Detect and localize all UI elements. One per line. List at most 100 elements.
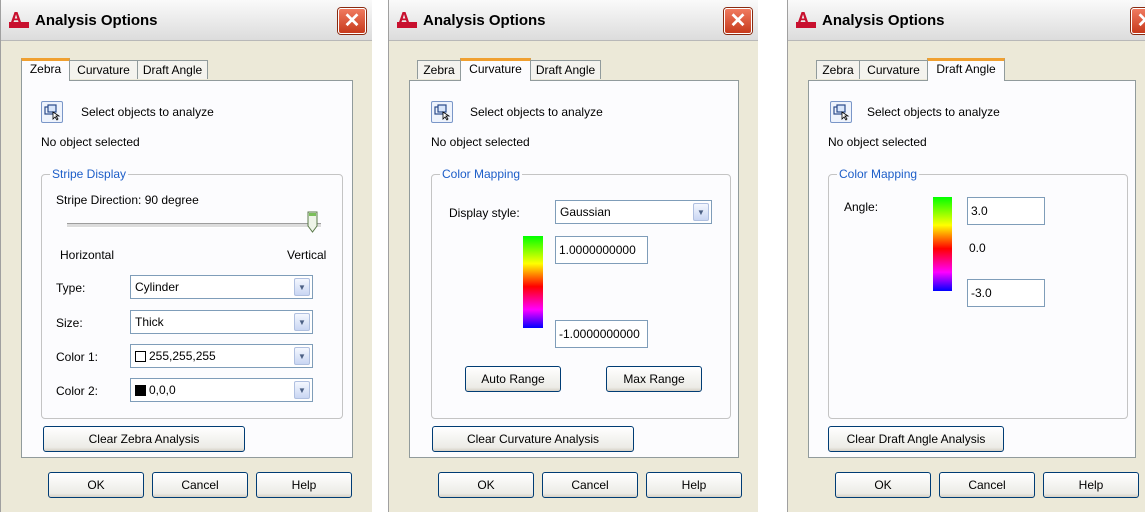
tab-curvature[interactable]: Curvature — [859, 60, 928, 79]
display-style-label: Display style: — [449, 206, 520, 220]
group-title: Color Mapping — [837, 167, 920, 181]
help-button[interactable]: Help — [256, 472, 352, 498]
select-objects-button[interactable] — [41, 101, 63, 123]
cancel-button[interactable]: Cancel — [939, 472, 1035, 498]
auto-range-button[interactable]: Auto Range — [465, 366, 561, 392]
cancel-button[interactable]: Cancel — [542, 472, 638, 498]
title-bar[interactable]: A Analysis Options ✕ — [788, 0, 1145, 41]
clear-draft-angle-analysis-button[interactable]: Clear Draft Angle Analysis — [828, 426, 1004, 452]
tab-panel: Select objects to analyze No object sele… — [409, 80, 739, 458]
color-mapping-group: Color Mapping Display style: Gaussian ▼ … — [431, 167, 731, 419]
color2-value-wrap: 0,0,0 — [135, 383, 176, 397]
autocad-logo-icon: A — [397, 11, 417, 28]
mid-angle-label: 0.0 — [969, 241, 986, 255]
color-mapping-group: Color Mapping Angle: 3.0 0.0 -3.0 — [828, 167, 1128, 419]
close-icon: ✕ — [729, 10, 747, 32]
group-title: Color Mapping — [440, 167, 523, 181]
select-objects-button[interactable] — [830, 101, 852, 123]
help-button[interactable]: Help — [1043, 472, 1139, 498]
color2-select[interactable]: 0,0,0 ▼ — [130, 378, 313, 402]
autocad-logo-icon: A — [796, 11, 816, 28]
min-value: -1.0000000000 — [559, 327, 640, 341]
stripe-display-group: Stripe Display Stripe Direction: 90 degr… — [41, 167, 343, 419]
close-button[interactable]: ✕ — [724, 8, 752, 34]
color-gradient-bar — [933, 197, 952, 291]
help-button[interactable]: Help — [646, 472, 742, 498]
select-objects-icon — [44, 104, 61, 121]
color1-value-wrap: 255,255,255 — [135, 349, 216, 363]
clear-zebra-analysis-button[interactable]: Clear Zebra Analysis — [43, 426, 245, 452]
group-title: Stripe Display — [50, 167, 129, 181]
color1-label: Color 1: — [56, 350, 99, 364]
ok-button[interactable]: OK — [48, 472, 144, 498]
tab-draft-angle[interactable]: Draft Angle — [927, 58, 1005, 81]
tab-curvature[interactable]: Curvature — [69, 60, 138, 79]
ok-button[interactable]: OK — [835, 472, 931, 498]
title-bar[interactable]: A Analysis Options ✕ — [1, 0, 372, 41]
chevron-down-icon: ▼ — [294, 381, 310, 399]
color1-select[interactable]: 255,255,255 ▼ — [130, 344, 313, 368]
size-value: Thick — [135, 315, 164, 329]
color-swatch — [135, 351, 146, 362]
display-style-select[interactable]: Gaussian ▼ — [555, 200, 712, 224]
select-objects-icon — [833, 104, 850, 121]
analysis-options-dialog-curvature: A Analysis Options ✕ Zebra Curvature Dra… — [388, 0, 758, 512]
dialog-title: Analysis Options — [35, 12, 158, 29]
tab-curvature[interactable]: Curvature — [460, 58, 531, 81]
svg-text:A: A — [798, 11, 808, 26]
clear-curvature-analysis-button[interactable]: Clear Curvature Analysis — [432, 426, 634, 452]
chevron-down-icon: ▼ — [294, 278, 310, 296]
selection-status: No object selected — [431, 135, 530, 149]
color-swatch — [135, 385, 146, 396]
tab-draft-angle[interactable]: Draft Angle — [530, 60, 601, 79]
chevron-down-icon: ▼ — [294, 347, 310, 365]
slider-left-label: Horizontal — [60, 248, 115, 262]
max-range-button[interactable]: Max Range — [606, 366, 702, 392]
tab-zebra[interactable]: Zebra — [816, 60, 860, 79]
analysis-options-dialog-zebra: A Analysis Options ✕ Zebra Curvature Dra… — [0, 0, 372, 512]
chevron-down-icon: ▼ — [693, 203, 709, 221]
stripe-direction-label: Stripe Direction: 90 degree — [56, 193, 199, 207]
max-angle-input[interactable]: 3.0 — [967, 197, 1045, 225]
close-icon: ✕ — [1137, 10, 1145, 32]
size-label: Size: — [56, 316, 83, 330]
autocad-logo-icon: A — [9, 11, 29, 28]
max-value-input[interactable]: 1.0000000000 — [555, 236, 648, 264]
cancel-button[interactable]: Cancel — [152, 472, 248, 498]
min-angle-value: -3.0 — [971, 286, 992, 300]
chevron-down-icon: ▼ — [294, 313, 310, 331]
select-objects-label: Select objects to analyze — [470, 105, 603, 119]
type-value: Cylinder — [135, 280, 180, 294]
tab-zebra[interactable]: Zebra — [417, 60, 461, 79]
title-bar[interactable]: A Analysis Options ✕ — [389, 0, 758, 41]
close-icon: ✕ — [343, 10, 361, 32]
select-objects-label: Select objects to analyze — [81, 105, 214, 119]
display-style-value: Gaussian — [560, 205, 611, 219]
select-objects-label: Select objects to analyze — [867, 105, 1000, 119]
min-angle-input[interactable]: -3.0 — [967, 279, 1045, 307]
tab-panel: Select objects to analyze No object sele… — [21, 80, 353, 458]
close-button[interactable]: ✕ — [1131, 8, 1145, 34]
size-select[interactable]: Thick ▼ — [130, 310, 313, 334]
color2-label: Color 2: — [56, 384, 99, 398]
close-button[interactable]: ✕ — [338, 8, 366, 34]
stripe-direction-slider[interactable] — [67, 223, 321, 228]
selection-status: No object selected — [41, 135, 140, 149]
tab-zebra[interactable]: Zebra — [21, 58, 70, 81]
tab-panel: Select objects to analyze No object sele… — [808, 80, 1136, 458]
svg-text:A: A — [11, 11, 21, 26]
select-objects-button[interactable] — [431, 101, 453, 123]
select-objects-icon — [434, 104, 451, 121]
slider-thumb[interactable] — [307, 211, 318, 233]
color1-value: 255,255,255 — [149, 349, 216, 363]
min-value-input[interactable]: -1.0000000000 — [555, 320, 648, 348]
tab-draft-angle[interactable]: Draft Angle — [137, 60, 208, 79]
type-select[interactable]: Cylinder ▼ — [130, 275, 313, 299]
svg-text:A: A — [399, 11, 409, 26]
type-label: Type: — [56, 281, 86, 295]
slider-right-label: Vertical — [287, 248, 327, 262]
dialog-title: Analysis Options — [423, 12, 546, 29]
color2-value: 0,0,0 — [149, 383, 176, 397]
ok-button[interactable]: OK — [438, 472, 534, 498]
angle-label: Angle: — [844, 200, 879, 214]
